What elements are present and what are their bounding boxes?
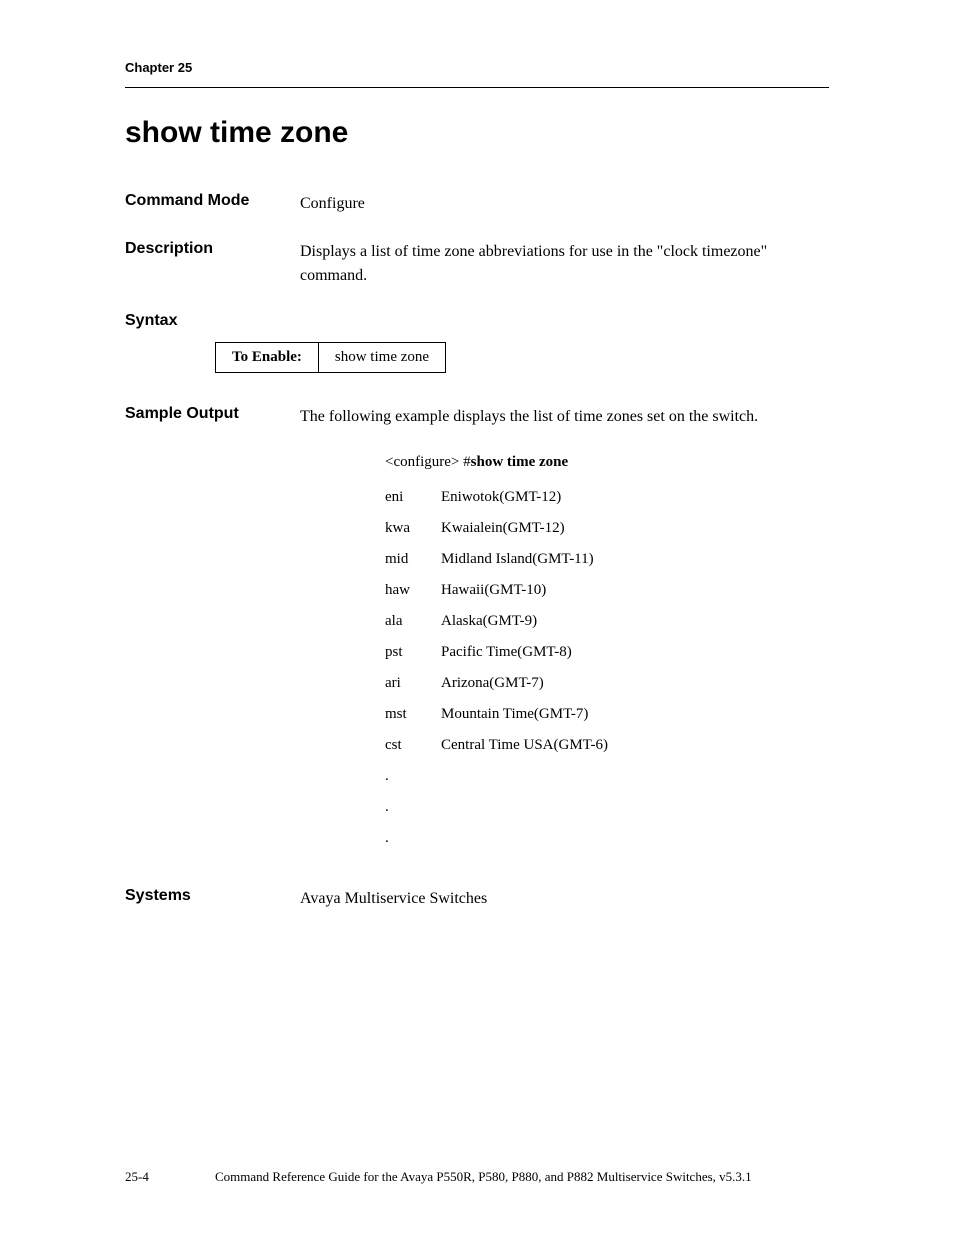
tz-rows: eniEniwotok(GMT-12)kwaKwaialein(GMT-12)m…: [385, 489, 829, 754]
sample-output-intro: The following example displays the list …: [300, 405, 829, 429]
top-rule: [125, 87, 829, 88]
systems-label: Systems: [125, 887, 300, 905]
tz-row: mstMountain Time(GMT-7): [385, 706, 829, 723]
tz-row: cstCentral Time USA(GMT-6): [385, 737, 829, 754]
systems-row: Systems Avaya Multiservice Switches: [125, 887, 829, 911]
command-mode-label: Command Mode: [125, 192, 300, 210]
tz-desc: Midland Island(GMT-11): [441, 551, 594, 568]
chapter-header: Chapter 25: [125, 60, 829, 75]
tz-desc: Hawaii(GMT-10): [441, 582, 546, 599]
tz-desc: Eniwotok(GMT-12): [441, 489, 561, 506]
syntax-to-enable-label: To Enable:: [216, 343, 319, 373]
tz-code: ari: [385, 675, 441, 692]
ellipsis-dot: .: [385, 830, 829, 847]
footer-page: 25-4: [125, 1169, 215, 1185]
description-value: Displays a list of time zone abbreviatio…: [300, 240, 829, 288]
description-label: Description: [125, 240, 300, 258]
prompt-command: show time zone: [471, 454, 569, 470]
command-mode-row: Command Mode Configure: [125, 192, 829, 216]
syntax-table-wrap: To Enable: show time zone: [215, 342, 829, 373]
tz-row: eniEniwotok(GMT-12): [385, 489, 829, 506]
systems-value: Avaya Multiservice Switches: [300, 887, 829, 911]
footer: 25-4 Command Reference Guide for the Ava…: [125, 1169, 829, 1185]
description-row: Description Displays a list of time zone…: [125, 240, 829, 288]
tz-code: kwa: [385, 520, 441, 537]
syntax-command: show time zone: [318, 343, 445, 373]
tz-row: ariArizona(GMT-7): [385, 675, 829, 692]
tz-desc: Arizona(GMT-7): [441, 675, 544, 692]
dots: ...: [385, 768, 829, 847]
tz-row: kwaKwaialein(GMT-12): [385, 520, 829, 537]
syntax-label: Syntax: [125, 312, 300, 330]
prompt-prefix: <configure> #: [385, 454, 471, 470]
ellipsis-dot: .: [385, 768, 829, 785]
tz-row: midMidland Island(GMT-11): [385, 551, 829, 568]
tz-desc: Central Time USA(GMT-6): [441, 737, 608, 754]
command-mode-value: Configure: [300, 192, 829, 216]
tz-desc: Mountain Time(GMT-7): [441, 706, 588, 723]
syntax-row: Syntax: [125, 312, 829, 330]
sample-output-label: Sample Output: [125, 405, 300, 423]
syntax-table: To Enable: show time zone: [215, 342, 446, 373]
prompt-line: <configure> #show time zone: [385, 453, 829, 473]
page-title: show time zone: [125, 116, 829, 150]
tz-desc: Alaska(GMT-9): [441, 613, 537, 630]
tz-row: alaAlaska(GMT-9): [385, 613, 829, 630]
tz-code: mst: [385, 706, 441, 723]
ellipsis-dot: .: [385, 799, 829, 816]
tz-row: hawHawaii(GMT-10): [385, 582, 829, 599]
tz-row: pstPacific Time(GMT-8): [385, 644, 829, 661]
tz-code: cst: [385, 737, 441, 754]
output-block: <configure> #show time zone eniEniwotok(…: [385, 453, 829, 847]
tz-code: ala: [385, 613, 441, 630]
footer-text: Command Reference Guide for the Avaya P5…: [215, 1169, 829, 1185]
sample-output-row: Sample Output The following example disp…: [125, 405, 829, 429]
tz-code: haw: [385, 582, 441, 599]
tz-desc: Pacific Time(GMT-8): [441, 644, 572, 661]
tz-code: mid: [385, 551, 441, 568]
tz-desc: Kwaialein(GMT-12): [441, 520, 565, 537]
tz-code: pst: [385, 644, 441, 661]
tz-code: eni: [385, 489, 441, 506]
